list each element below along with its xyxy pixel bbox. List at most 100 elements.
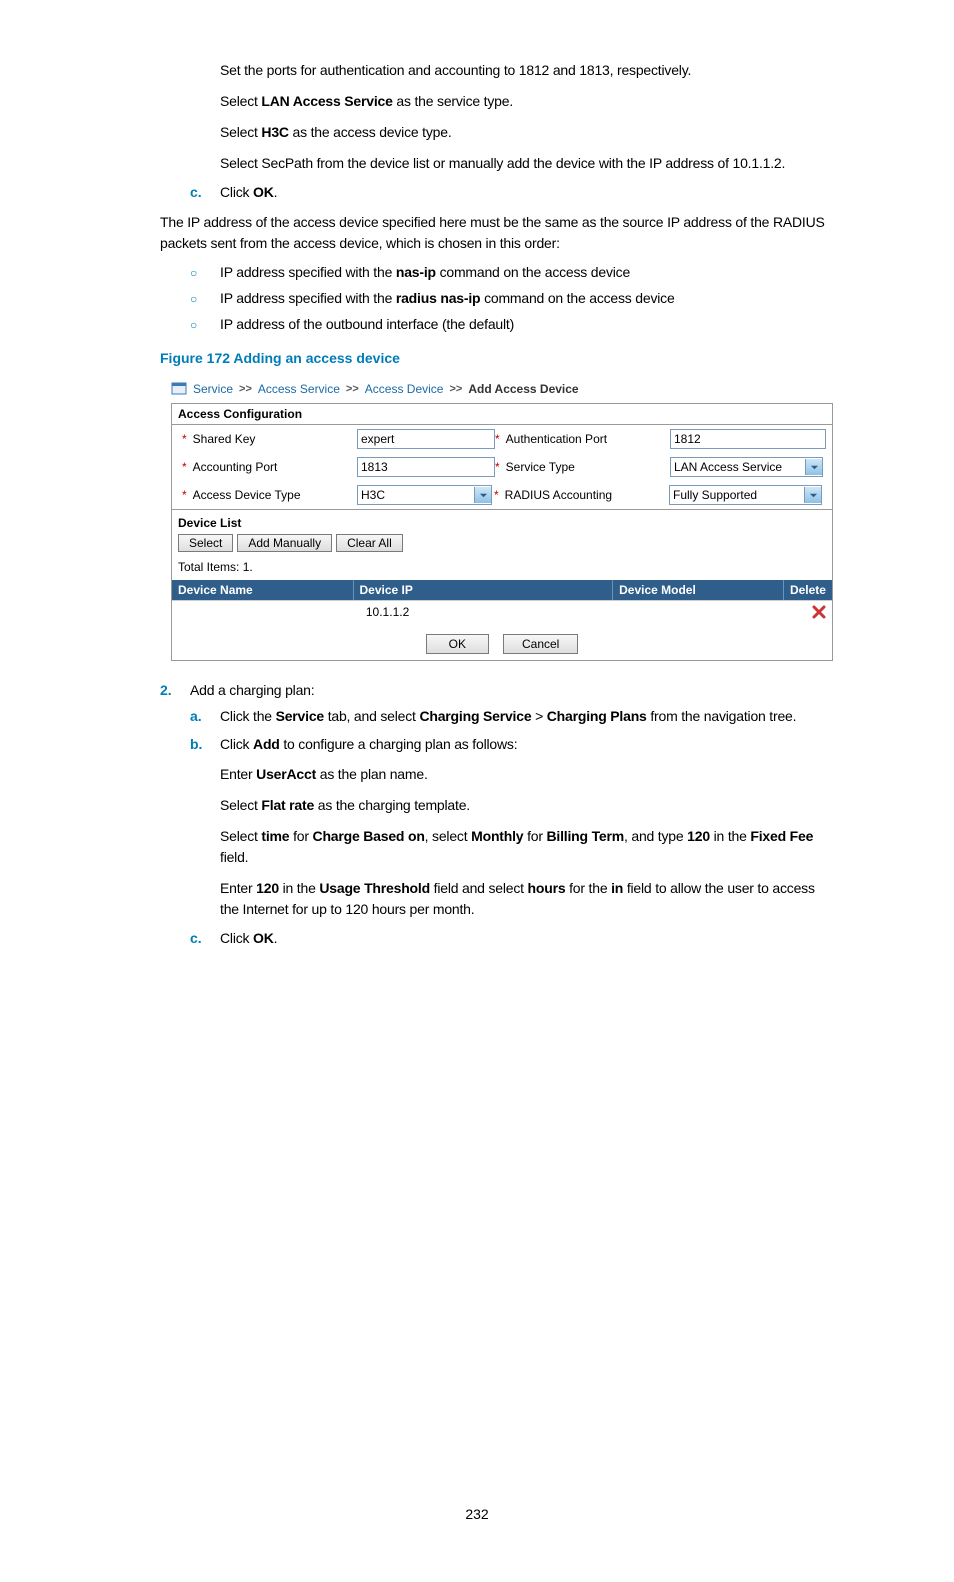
text: , and type (624, 828, 687, 844)
page-number: 232 (110, 1506, 844, 1522)
text: Select (220, 93, 261, 109)
text-bold: Charging Plans (547, 708, 647, 724)
breadcrumb-sep: >> (346, 383, 359, 395)
paragraph: Select LAN Access Service as the service… (220, 91, 844, 112)
table-header: Device Name Device IP Device Model Delet… (172, 580, 832, 600)
text: tab, and select (324, 708, 419, 724)
text-bold: Billing Term (547, 828, 624, 844)
text-bold: H3C (261, 124, 288, 140)
text-bold: hours (528, 880, 566, 896)
text-bold: Usage Threshold (319, 880, 430, 896)
radius-accounting-select[interactable]: Fully Supported (669, 485, 822, 505)
figure-caption: Figure 172 Adding an access device (160, 350, 844, 366)
text-bold: 120 (687, 828, 710, 844)
add-manually-button[interactable]: Add Manually (237, 534, 332, 552)
list-marker: a. (190, 708, 220, 724)
text: Authentication Port (506, 432, 607, 446)
chevron-down-icon (804, 487, 821, 503)
breadcrumb-current: Add Access Device (468, 382, 578, 396)
text: . (274, 930, 278, 946)
paragraph: Enter 120 in the Usage Threshold field a… (220, 878, 834, 920)
text-bold: Flat rate (261, 797, 314, 813)
shared-key-input[interactable] (357, 429, 495, 449)
text-bold: Fixed Fee (750, 828, 813, 844)
text: Shared Key (193, 432, 256, 446)
th-device-ip: Device IP (354, 580, 614, 600)
bullet-marker: ○ (190, 318, 220, 332)
text: , select (425, 828, 471, 844)
text-bold: 120 (256, 880, 279, 896)
text-bold: in (611, 880, 623, 896)
list-marker: 2. (160, 682, 190, 698)
text: command on the access device (436, 264, 630, 280)
select-value: H3C (361, 488, 385, 502)
ok-button[interactable]: OK (426, 634, 489, 654)
breadcrumb-link[interactable]: Access Service (258, 382, 340, 396)
paragraph: Click the Service tab, and select Chargi… (220, 708, 796, 724)
text-bold: Charging Service (419, 708, 531, 724)
text-bold: radius nas-ip (396, 290, 481, 306)
paragraph: Select H3C as the access device type. (220, 122, 844, 143)
paragraph: Add a charging plan: (190, 682, 314, 698)
text: from the navigation tree. (647, 708, 797, 724)
total-items-label: Total Items: 1. (172, 558, 832, 580)
th-device-name: Device Name (172, 580, 354, 600)
breadcrumb-sep: >> (239, 383, 252, 395)
text: > (531, 708, 546, 724)
auth-port-input[interactable] (670, 429, 826, 449)
label-accounting-port: *Accounting Port (182, 460, 357, 474)
label-shared-key: *Shared Key (182, 432, 357, 446)
accounting-port-input[interactable] (357, 457, 495, 477)
chevron-down-icon (805, 459, 822, 475)
text: in the (710, 828, 750, 844)
text-bold: time (261, 828, 289, 844)
text-bold: Add (253, 736, 280, 752)
device-type-select[interactable]: H3C (357, 485, 492, 505)
label-radius-accounting: *RADIUS Accounting (494, 488, 669, 502)
text: Select (220, 828, 261, 844)
text: Enter (220, 766, 256, 782)
text: as the access device type. (289, 124, 452, 140)
table-row: 10.1.1.2 (172, 600, 832, 626)
text-bold: Monthly (471, 828, 523, 844)
paragraph: The IP address of the access device spec… (160, 212, 834, 254)
text-bold: OK (253, 930, 274, 946)
text-bold: UserAcct (256, 766, 316, 782)
paragraph: IP address specified with the nas-ip com… (220, 264, 630, 280)
breadcrumb-link[interactable]: Service (193, 382, 233, 396)
text: Select (220, 797, 261, 813)
paragraph: Click OK. (220, 930, 277, 946)
paragraph: Select SecPath from the device list or m… (220, 153, 844, 174)
text-bold: Charge Based on (313, 828, 425, 844)
td-delete[interactable] (806, 601, 832, 626)
text: to configure a charging plan as follows: (280, 736, 518, 752)
td-device-name (172, 601, 360, 626)
list-marker: b. (190, 736, 220, 752)
label-auth-port: *Authentication Port (495, 432, 670, 446)
service-type-select[interactable]: LAN Access Service (670, 457, 823, 477)
text-bold: OK (253, 184, 274, 200)
paragraph: Select time for Charge Based on, select … (220, 826, 834, 868)
figure-access-device: Service >> Access Service >> Access Devi… (170, 376, 834, 662)
text: as the service type. (393, 93, 513, 109)
text: in the (279, 880, 319, 896)
list-marker: c. (190, 930, 220, 946)
text: command on the access device (480, 290, 674, 306)
paragraph: Click OK. (220, 184, 277, 200)
breadcrumb-link[interactable]: Access Device (365, 382, 444, 396)
text-bold: nas-ip (396, 264, 436, 280)
device-list-title: Device List (172, 510, 832, 534)
text: Access Device Type (193, 488, 301, 502)
text: Click (220, 736, 253, 752)
th-device-model: Device Model (613, 580, 784, 600)
cancel-button[interactable]: Cancel (503, 634, 578, 654)
clear-all-button[interactable]: Clear All (336, 534, 403, 552)
select-button[interactable]: Select (178, 534, 233, 552)
text: Click the (220, 708, 276, 724)
label-device-type: *Access Device Type (182, 488, 357, 502)
text-bold: Service (276, 708, 324, 724)
text-bold: LAN Access Service (261, 93, 392, 109)
paragraph: Select Flat rate as the charging templat… (220, 795, 844, 816)
text: Click (220, 184, 253, 200)
paragraph: Click Add to configure a charging plan a… (220, 736, 517, 752)
